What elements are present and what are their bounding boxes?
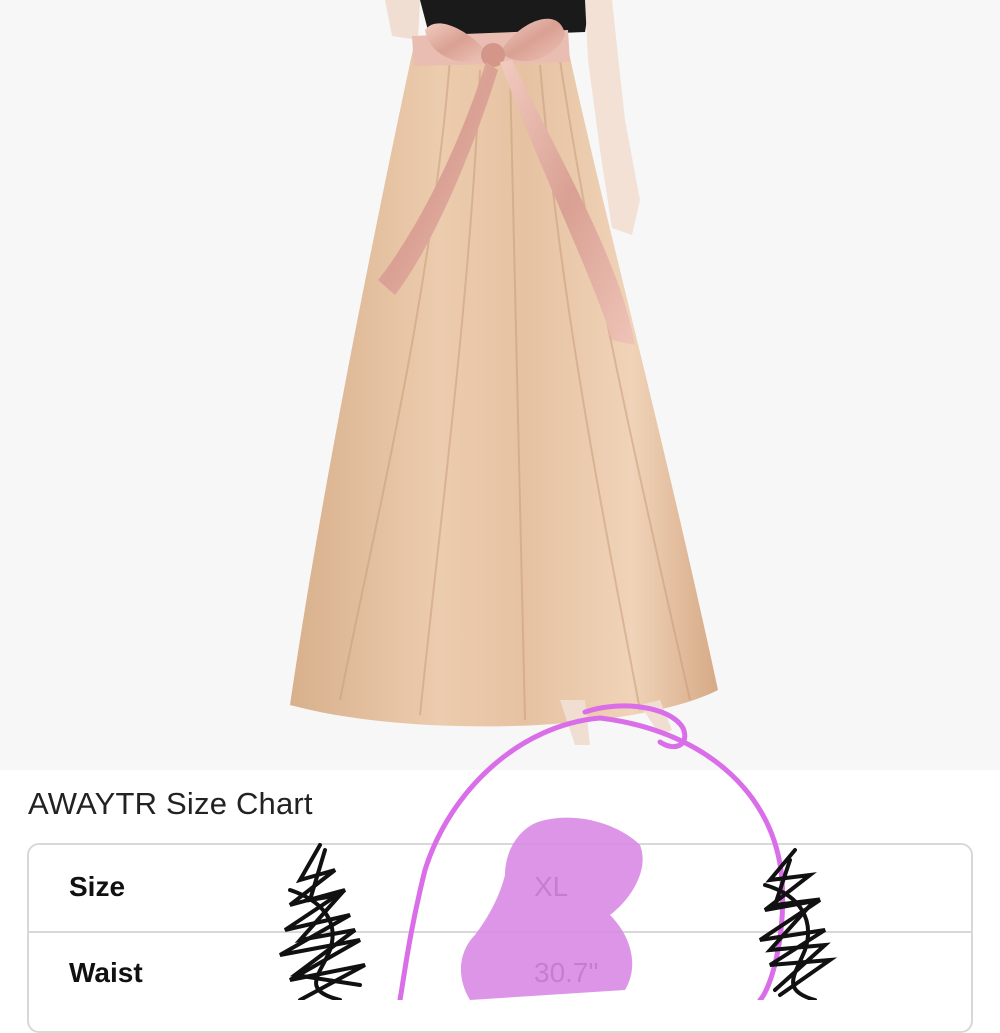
product-photo	[0, 0, 1000, 770]
size-chart-title: AWAYTR Size Chart	[28, 786, 313, 821]
size-chart-table: Size XL Waist 30.7"	[27, 843, 973, 1033]
tulle-skirt	[290, 34, 718, 727]
size-value: XL	[534, 871, 569, 902]
size-label: Size	[69, 871, 126, 902]
row-divider	[29, 931, 971, 933]
waist-value: 30.7"	[534, 957, 599, 988]
waist-label: Waist	[69, 957, 143, 988]
